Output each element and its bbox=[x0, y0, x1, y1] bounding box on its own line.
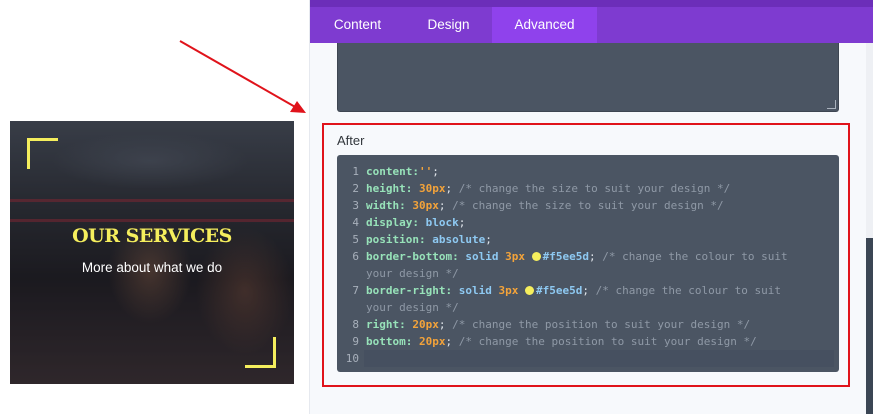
line-number: 8 bbox=[352, 318, 359, 331]
code-token: content: bbox=[366, 165, 419, 178]
tab-advanced[interactable]: Advanced bbox=[492, 7, 597, 43]
code-text: your design */ bbox=[366, 265, 459, 282]
line-number: 9 bbox=[352, 335, 359, 348]
code-token: ; bbox=[582, 284, 596, 297]
code-line[interactable]: 7 border-right: solid 3px #f5ee5d; /* cha… bbox=[337, 282, 839, 299]
corner-bracket-bottom-right bbox=[245, 337, 276, 368]
code-text: border-right: solid 3px #f5ee5d; /* chan… bbox=[366, 282, 781, 299]
after-css-code-editor[interactable]: 1 content:''; 2 height: 30px; /* change the… bbox=[337, 155, 839, 372]
code-line[interactable]: 1 content:''; bbox=[337, 163, 839, 180]
code-line[interactable]: 5 position: absolute; bbox=[337, 231, 839, 248]
tab-content[interactable]: Content bbox=[310, 7, 405, 43]
line-number: 5 bbox=[352, 233, 359, 246]
code-text: width: 30px; /* change the size to suit … bbox=[366, 197, 724, 214]
code-line[interactable]: 4 display: block; bbox=[337, 214, 839, 231]
code-token: ; bbox=[438, 318, 453, 331]
preview-subtitle: More about what we do bbox=[81, 260, 223, 275]
code-token: border-bottom: bbox=[366, 250, 466, 263]
code-token: border-right: bbox=[366, 284, 459, 297]
code-line[interactable]: 8 right: 20px; /* change the position to … bbox=[337, 316, 839, 333]
code-line[interactable]: 9 bottom: 20px; /* change the position to… bbox=[337, 333, 839, 350]
code-token: ; bbox=[588, 250, 603, 263]
preview-image-card: OUR SERVICES More about what we do bbox=[10, 121, 294, 384]
code-token: absolute bbox=[432, 233, 486, 246]
code-token: ; bbox=[445, 335, 459, 348]
code-token: ; bbox=[458, 216, 466, 229]
line-number: 3 bbox=[352, 199, 359, 212]
before-css-textarea[interactable] bbox=[337, 43, 839, 112]
code-token: #f5ee5d bbox=[535, 284, 583, 297]
tab-bar: Content Design Advanced bbox=[310, 0, 873, 43]
code-token: /* change the position to suit your desi… bbox=[452, 318, 751, 331]
code-line[interactable]: 2 height: 30px; /* change the size to sui… bbox=[337, 180, 839, 197]
code-token: '' bbox=[418, 165, 433, 178]
code-line[interactable]: 3 width: 30px; /* change the size to suit… bbox=[337, 197, 839, 214]
color-swatch-icon[interactable] bbox=[531, 252, 541, 261]
code-token: ; bbox=[438, 199, 453, 212]
tab-design[interactable]: Design bbox=[405, 7, 492, 43]
code-token: your design */ bbox=[366, 267, 459, 280]
code-line[interactable]: 10 bbox=[346, 350, 834, 367]
code-token: ; bbox=[445, 182, 459, 195]
code-token: 30px bbox=[418, 182, 446, 195]
line-number: 10 bbox=[345, 352, 359, 365]
code-token: 3px bbox=[505, 250, 532, 263]
code-token: 3px bbox=[498, 284, 525, 297]
line-number: 2 bbox=[352, 182, 359, 195]
code-text: right: 20px; /* change the position to s… bbox=[366, 316, 750, 333]
code-token: your design */ bbox=[366, 301, 459, 314]
code-token: 30px bbox=[412, 199, 439, 212]
code-token: display: bbox=[366, 216, 426, 229]
settings-panel: Content Design Advanced After 1 content:'… bbox=[309, 0, 873, 414]
line-number: 7 bbox=[352, 284, 359, 297]
code-token: block bbox=[425, 216, 459, 229]
code-token: solid bbox=[465, 250, 506, 263]
resize-handle-icon[interactable] bbox=[827, 100, 836, 109]
code-token: 20px bbox=[412, 318, 439, 331]
red-arrow-icon bbox=[179, 40, 306, 113]
corner-bracket-top-left bbox=[27, 138, 58, 169]
code-text: position: absolute; bbox=[366, 231, 492, 248]
code-text: your design */ bbox=[366, 299, 459, 316]
code-line[interactable]: your design */ bbox=[337, 299, 839, 316]
code-text: border-bottom: solid 3px #f5ee5d; /* cha… bbox=[366, 248, 788, 265]
code-token: width: bbox=[366, 199, 413, 212]
code-token: 20px bbox=[418, 335, 446, 348]
code-token: /* change the size to suit your design *… bbox=[458, 182, 731, 195]
code-text: bottom: 20px; /* change the position to … bbox=[366, 333, 757, 350]
code-token: height: bbox=[366, 182, 419, 195]
code-text: content:''; bbox=[366, 163, 439, 180]
code-token: ; bbox=[485, 233, 492, 246]
line-number: 6 bbox=[352, 250, 359, 263]
scrollbar-thumb[interactable] bbox=[866, 238, 873, 414]
line-number: 4 bbox=[352, 216, 359, 229]
code-token: position: bbox=[366, 233, 433, 246]
code-token: /* change the colour to suit bbox=[595, 284, 782, 297]
line-number: 1 bbox=[352, 165, 359, 178]
code-token: /* change the colour to suit bbox=[602, 250, 788, 263]
code-token: solid bbox=[458, 284, 499, 297]
code-token: /* change the position to suit your desi… bbox=[458, 335, 757, 348]
code-token: #f5ee5d bbox=[542, 250, 589, 263]
code-text: display: block; bbox=[366, 214, 465, 231]
code-token: ; bbox=[432, 165, 439, 178]
code-text: height: 30px; /* change the size to suit… bbox=[366, 180, 730, 197]
code-token: right: bbox=[366, 318, 413, 331]
code-token: /* change the size to suit your design *… bbox=[452, 199, 724, 212]
after-label: After bbox=[337, 133, 365, 148]
code-line[interactable]: 6 border-bottom: solid 3px #f5ee5d; /* ch… bbox=[337, 248, 839, 265]
preview-title: OUR SERVICES bbox=[72, 225, 232, 247]
code-line[interactable]: your design */ bbox=[337, 265, 839, 282]
color-swatch-icon[interactable] bbox=[524, 286, 534, 295]
code-token: bottom: bbox=[366, 335, 419, 348]
